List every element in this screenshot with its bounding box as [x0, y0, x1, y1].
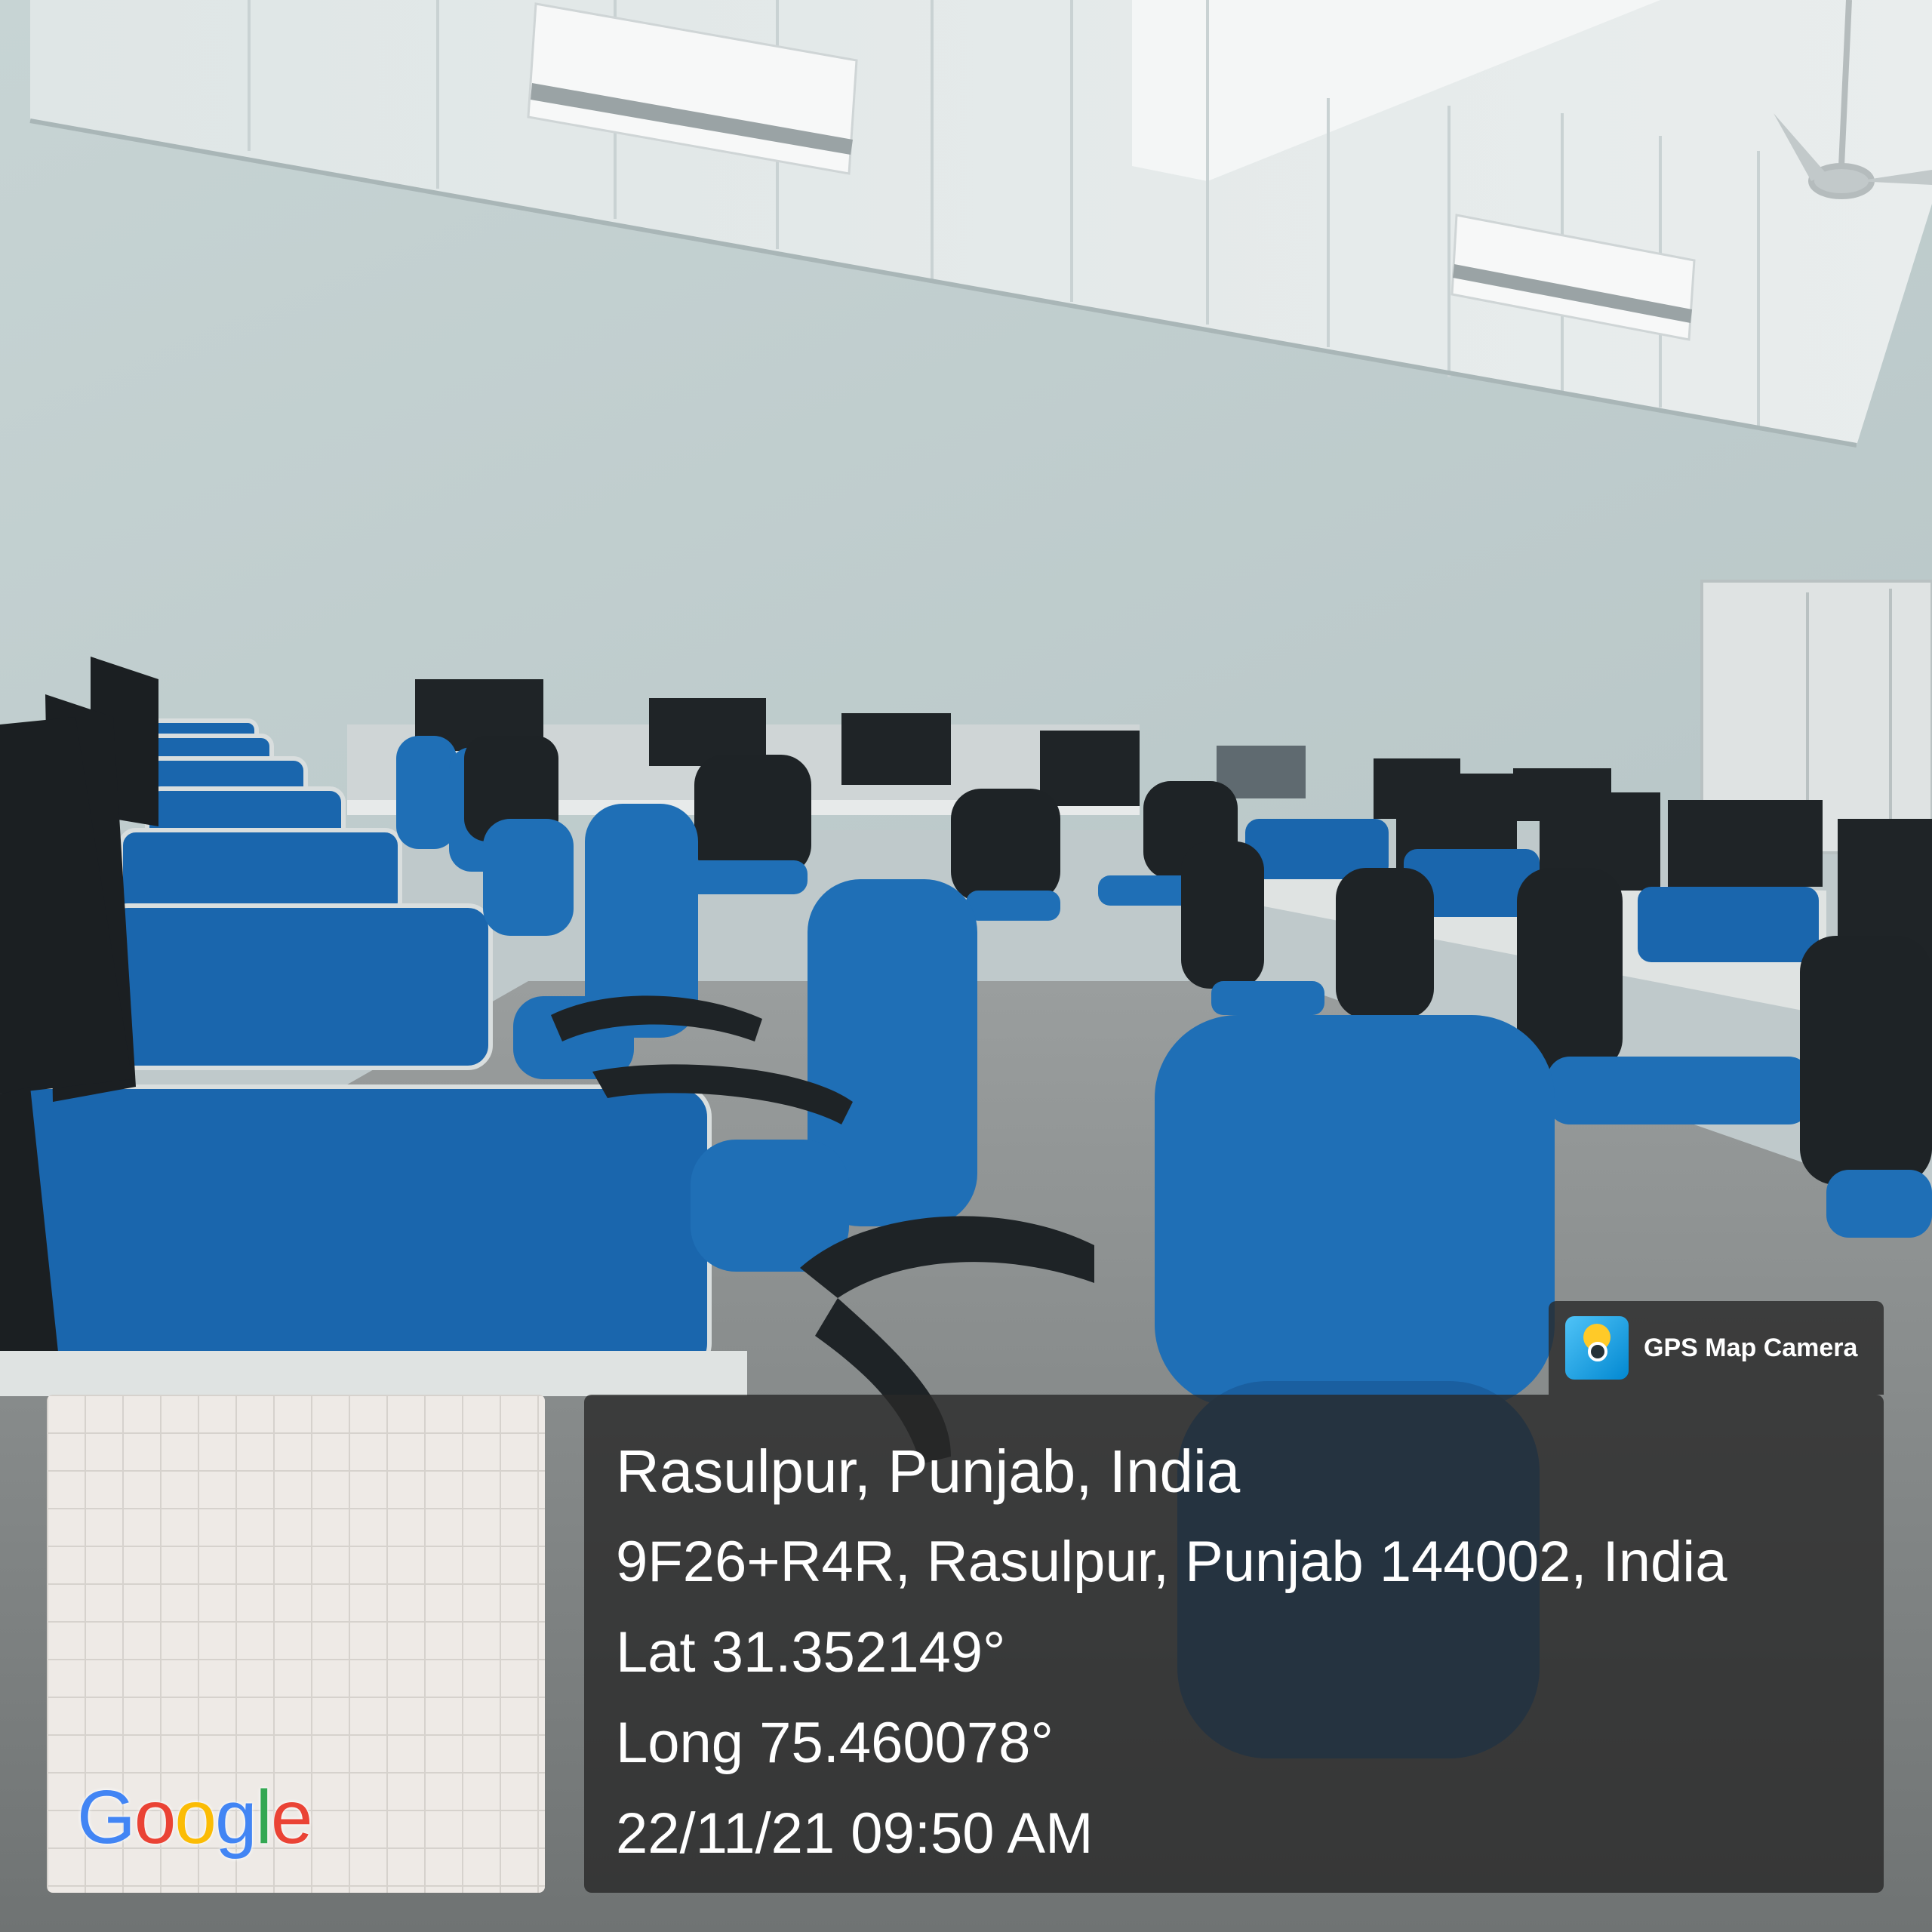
google-logo: Google	[77, 1774, 313, 1861]
address-line: 9F26+R4R, Rasulpur, Punjab 144002, India	[616, 1530, 1727, 1594]
place-name: Rasulpur, Punjab, India	[616, 1438, 1241, 1505]
gps-brand-tag: GPS Map Camera	[1549, 1301, 1884, 1395]
map-thumbnail: Google	[47, 1395, 545, 1893]
google-logo-letter: o	[174, 1775, 217, 1860]
timestamp: 22/11/21 09:50 AM	[616, 1801, 1094, 1866]
google-logo-letter: g	[215, 1775, 257, 1860]
google-logo-letter: G	[77, 1775, 136, 1860]
brand-label: GPS Map Camera	[1644, 1333, 1858, 1362]
google-logo-letter: l	[255, 1775, 272, 1860]
latitude: Lat 31.352149°	[616, 1620, 1006, 1684]
google-logo-letter: o	[134, 1775, 177, 1860]
left-desk-top	[0, 1351, 747, 1396]
location-info-card: Rasulpur, Punjab, India 9F26+R4R, Rasulp…	[584, 1395, 1884, 1893]
longitude: Long 75.460078°	[616, 1711, 1054, 1775]
gps-map-camera-icon	[1565, 1316, 1629, 1380]
google-logo-letter: e	[270, 1775, 313, 1860]
